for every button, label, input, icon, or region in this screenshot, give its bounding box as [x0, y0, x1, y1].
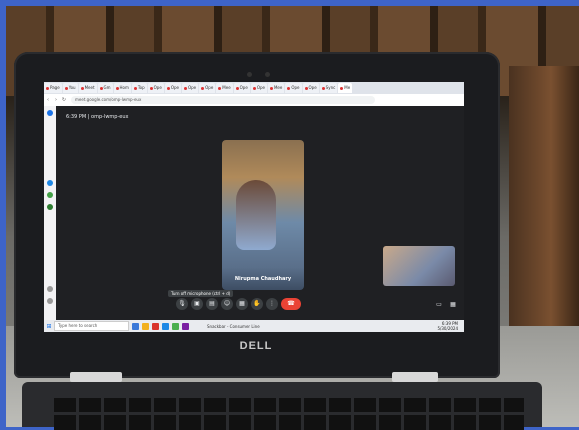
browser-tab[interactable]: You: [62, 83, 78, 93]
address-bar-row: ‹ › ↻ meet.google.com/omp-lwmp-eux: [44, 94, 464, 106]
browser-tab[interactable]: Ope: [199, 83, 216, 93]
call-controls: 🎙 ▣ ▤ ☺ ▦ ✋ ⋮ ☎: [176, 298, 301, 312]
wooden-chair: [509, 66, 579, 326]
meeting-separator: |: [87, 114, 90, 120]
chat-icon[interactable]: [47, 204, 53, 210]
teams-icon[interactable]: [182, 322, 189, 330]
laptop-screen: Page You Meet Gm Hom Top Ope Ope Ope Ope…: [44, 82, 464, 332]
mic-button[interactable]: 🎙: [176, 298, 188, 310]
browser-tab[interactable]: Page: [44, 83, 62, 93]
opera-icon[interactable]: [152, 322, 159, 330]
browser-tab[interactable]: Ope: [302, 83, 319, 93]
self-view-tile[interactable]: [383, 246, 455, 286]
file-explorer-icon[interactable]: [142, 322, 149, 330]
keyboard-row: [54, 412, 524, 430]
url-field[interactable]: meet.google.com/omp-lwmp-eux: [71, 96, 375, 104]
edge-icon[interactable]: [162, 322, 169, 330]
meeting-code: omp-lwmp-eux: [91, 114, 129, 120]
windows-taskbar: ⊞ Type here to search Snackbar - Consume…: [44, 320, 464, 332]
clock-date: 5/30/2024: [437, 326, 458, 331]
browser-tab[interactable]: Sync: [319, 83, 338, 93]
taskbar-clock[interactable]: 6:39 PM 5/30/2024: [437, 321, 458, 331]
sidebar-app-icon[interactable]: [47, 110, 53, 116]
participant-video-tile[interactable]: Nirupma Chaudhary: [222, 140, 304, 290]
webcam-icon: [247, 72, 252, 77]
messenger-icon[interactable]: [47, 180, 53, 186]
browser-tab[interactable]: Gm: [97, 83, 113, 93]
browser-tab[interactable]: Mee: [216, 83, 233, 93]
participant-name: Nirupma Chaudhary: [234, 276, 292, 282]
forward-icon[interactable]: ›: [52, 97, 60, 103]
browser-tab[interactable]: Meet: [78, 83, 97, 93]
browser-tab[interactable]: Ope: [285, 83, 302, 93]
browser-tab[interactable]: Ope: [164, 83, 181, 93]
end-call-button[interactable]: ☎: [281, 298, 301, 310]
more-options-button[interactable]: ⋮: [266, 298, 278, 310]
browser-sidebar: [44, 106, 56, 320]
mic-tooltip: Turn off microphone (ctrl + d): [168, 290, 234, 297]
left-hinge: [70, 372, 122, 382]
task-view-icon[interactable]: [132, 322, 139, 330]
captions-button[interactable]: ▤: [206, 298, 218, 310]
browser-tab-strip: Page You Meet Gm Hom Top Ope Ope Ope Ope…: [44, 82, 464, 94]
camera-button[interactable]: ▣: [191, 298, 203, 310]
participant-video: [236, 180, 276, 250]
chat-icon[interactable]: ▭: [434, 300, 444, 310]
settings-icon[interactable]: [47, 298, 53, 304]
browser-tab[interactable]: Ope: [181, 83, 199, 93]
emoji-button[interactable]: ☺: [221, 298, 233, 310]
whatsapp-icon[interactable]: [47, 192, 53, 198]
right-hinge: [392, 372, 438, 382]
sensor-icon: [265, 72, 270, 77]
browser-tab[interactable]: Mee: [267, 83, 285, 93]
browser-tab[interactable]: Ope: [147, 83, 164, 93]
taskbar-notification: Snackbar - Consumer Line: [207, 323, 260, 329]
reload-icon[interactable]: ↻: [60, 97, 68, 103]
raise-hand-button[interactable]: ✋: [251, 298, 263, 310]
meet-call-area: 6:39 PM | omp-lwmp-eux Nirupma Chaudhary…: [56, 106, 464, 320]
meeting-time: 6:39 PM: [66, 114, 87, 120]
side-controls: ▭ ▦: [434, 300, 458, 310]
activities-icon[interactable]: ▦: [448, 300, 458, 310]
taskbar-search[interactable]: Type here to search: [54, 321, 129, 331]
browser-tab[interactable]: Ope: [233, 83, 250, 93]
back-icon[interactable]: ‹: [44, 97, 52, 103]
windows-start-icon[interactable]: ⊞: [44, 323, 54, 330]
history-icon[interactable]: [47, 286, 53, 292]
meeting-info: 6:39 PM | omp-lwmp-eux: [66, 114, 128, 120]
present-button[interactable]: ▦: [236, 298, 248, 310]
browser-tab[interactable]: Top: [131, 83, 147, 93]
browser-tab[interactable]: Ope: [250, 83, 267, 93]
browser-tab[interactable]: Hom: [113, 83, 131, 93]
browser-tab-active[interactable]: Me: [338, 83, 353, 93]
dell-logo: DELL: [239, 340, 273, 352]
chrome-icon[interactable]: [172, 322, 179, 330]
